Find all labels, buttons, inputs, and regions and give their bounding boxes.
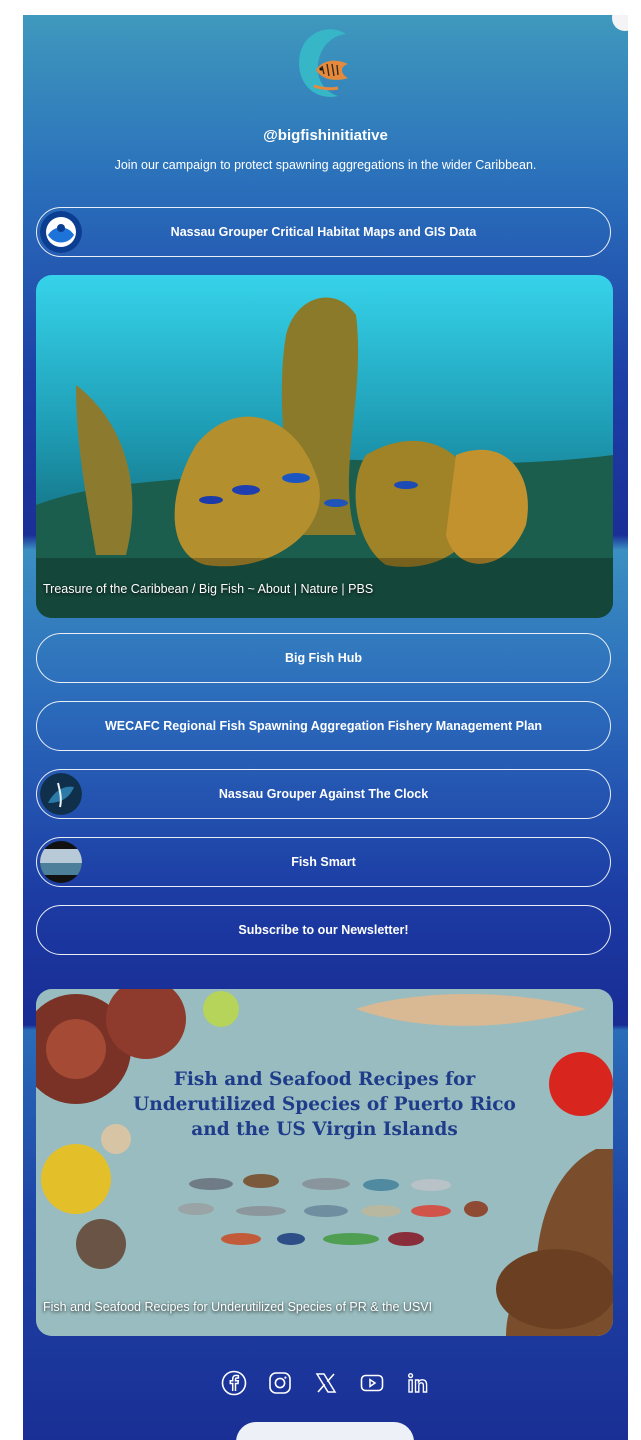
close-chip[interactable] (612, 15, 628, 31)
join-pill-button[interactable] (236, 1422, 414, 1440)
link-label: Big Fish Hub (284, 651, 363, 665)
link-wecafc-plan[interactable]: WECAFC Regional Fish Spawning Aggregatio… (36, 701, 611, 751)
diver-thumb (40, 773, 82, 815)
poster-title-line: Underutilized Species of Puerto Rico (133, 1094, 516, 1115)
link-newsletter[interactable]: Subscribe to our Newsletter! (36, 905, 611, 955)
video-caption: Treasure of the Caribbean / Big Fish ~ A… (43, 582, 374, 596)
instagram-icon[interactable] (266, 1369, 294, 1397)
link-big-fish-hub[interactable]: Big Fish Hub (36, 633, 611, 683)
linktree-page: @bigfishinitiative Join our campaign to … (23, 15, 628, 1440)
recipe-card[interactable]: Fish and Seafood Recipes for Underutiliz… (36, 989, 613, 1336)
profile-handle: @bigfishinitiative (263, 127, 388, 144)
social-links (23, 1369, 628, 1397)
link-label: Fish Smart (291, 855, 356, 869)
link-fish-smart[interactable]: Fish Smart (36, 837, 611, 887)
poster-title-line: and the US Virgin Islands (191, 1119, 458, 1140)
link-label: WECAFC Regional Fish Spawning Aggregatio… (104, 719, 543, 733)
ocean-thumb (40, 841, 82, 883)
recipe-caption: Fish and Seafood Recipes for Underutiliz… (43, 1300, 433, 1314)
poster-title-line: Fish and Seafood Recipes for (173, 1069, 476, 1090)
link-label: Subscribe to our Newsletter! (238, 923, 409, 937)
facebook-icon[interactable] (220, 1369, 248, 1397)
poster-title: Fish and Seafood Recipes for Underutiliz… (36, 1067, 613, 1142)
x-icon[interactable] (312, 1369, 340, 1397)
link-noaa-habitat-maps[interactable]: Nassau Grouper Critical Habitat Maps and… (36, 207, 611, 257)
link-label: Nassau Grouper Critical Habitat Maps and… (170, 225, 477, 239)
link-against-the-clock[interactable]: Nassau Grouper Against The Clock (36, 769, 611, 819)
youtube-icon[interactable] (358, 1369, 386, 1397)
recipe-poster (36, 989, 613, 1336)
video-card-pbs[interactable]: Treasure of the Caribbean / Big Fish ~ A… (36, 275, 613, 618)
noaa-logo-thumb (40, 211, 82, 253)
link-label: Nassau Grouper Against The Clock (218, 787, 429, 801)
bigfish-logo (294, 26, 358, 102)
linkedin-icon[interactable] (404, 1369, 432, 1397)
reef-image (36, 275, 613, 618)
profile-bio: Join our campaign to protect spawning ag… (114, 158, 537, 172)
